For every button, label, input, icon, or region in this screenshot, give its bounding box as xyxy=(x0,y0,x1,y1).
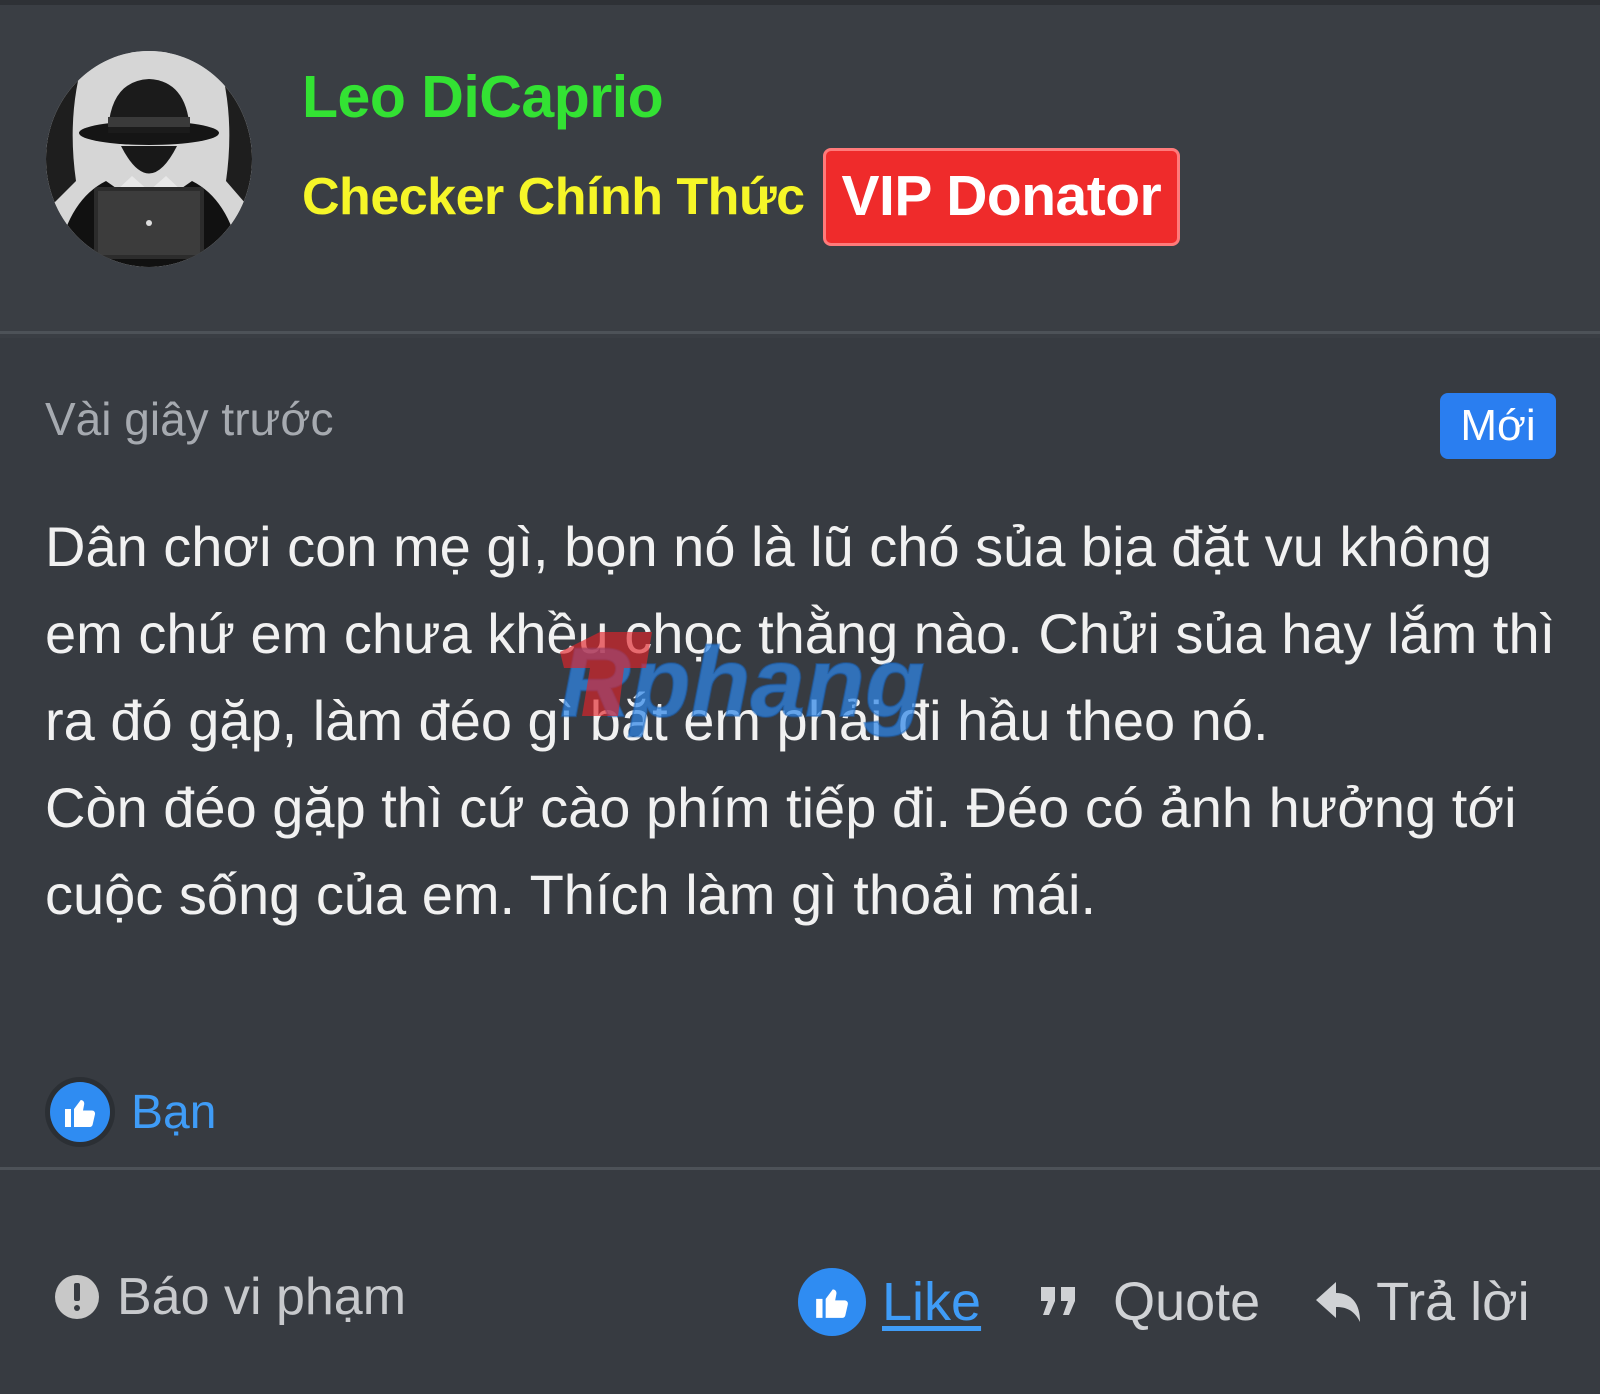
post-timestamp[interactable]: Vài giây trước xyxy=(45,392,334,446)
like-button[interactable]: Like xyxy=(882,1271,981,1333)
user-title-row: Checker Chính Thức VIP Donator xyxy=(302,142,1181,252)
thumbs-up-icon[interactable] xyxy=(798,1268,866,1336)
vip-donator-badge: VIP Donator xyxy=(822,148,1181,246)
exclamation-circle-icon xyxy=(55,1275,99,1319)
reaction-user-label[interactable]: Bạn xyxy=(131,1085,216,1140)
avatar[interactable] xyxy=(46,51,252,267)
quote-button[interactable]: Quote xyxy=(1113,1271,1260,1333)
reaction-summary[interactable]: Bạn xyxy=(45,1072,216,1152)
post-actions: Like Quote Trả lời xyxy=(798,1262,1530,1342)
username[interactable]: Leo DiCaprio xyxy=(302,63,664,131)
header-divider xyxy=(0,331,1600,334)
report-action[interactable]: Báo vi phạm xyxy=(55,1262,406,1332)
message-paragraph: Còn đéo gặp thì cứ cào phím tiếp đi. Đéo… xyxy=(45,776,1517,926)
thumbs-up-icon xyxy=(45,1077,115,1147)
footer-divider xyxy=(0,1167,1600,1170)
new-badge: Mới xyxy=(1440,393,1556,459)
post-author-header: Leo DiCaprio Checker Chính Thức VIP Dona… xyxy=(0,5,1600,338)
message-paragraph: Dân chơi con mẹ gì, bọn nó là lũ chó sủa… xyxy=(45,515,1556,752)
report-button[interactable]: Báo vi phạm xyxy=(117,1267,406,1327)
post-message: Dân chơi con mẹ gì, bọn nó là lũ chó sủa… xyxy=(45,503,1565,938)
reply-button[interactable]: Trả lời xyxy=(1376,1271,1529,1333)
reply-arrow-icon xyxy=(1314,1280,1362,1324)
user-title: Checker Chính Thức xyxy=(302,168,805,226)
spy-hacker-avatar-icon xyxy=(46,51,252,267)
quote-icon xyxy=(1039,1282,1079,1322)
